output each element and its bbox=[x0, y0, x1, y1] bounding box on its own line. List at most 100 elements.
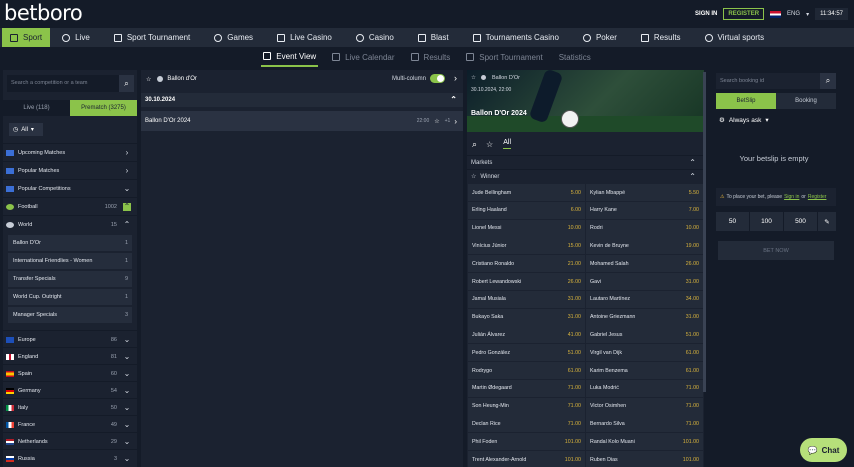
nav-sport[interactable]: Sport bbox=[2, 28, 51, 47]
odds-cell[interactable]: Lautaro Martínez 34.00 bbox=[586, 290, 703, 308]
list-item[interactable]: International Friendlies - Women 1 bbox=[8, 253, 132, 269]
sidebar-item-popular-matches[interactable]: Popular Matches › bbox=[3, 161, 137, 179]
star-icon[interactable]: ☆ bbox=[471, 173, 476, 180]
nav-blast[interactable]: Blast bbox=[406, 28, 461, 47]
list-item[interactable]: Ballon D'Or 1 bbox=[8, 235, 132, 251]
sidebar-item-england[interactable]: England 81 ⌄ bbox=[3, 347, 137, 365]
odds-cell[interactable]: Rodri 10.00 bbox=[586, 219, 703, 237]
sidebar-item-netherlands[interactable]: Netherlands 29 ⌄ bbox=[3, 432, 137, 450]
tab-event-view[interactable]: Event View bbox=[261, 47, 319, 67]
odds-cell[interactable]: Mohamed Salah 26.00 bbox=[586, 255, 703, 273]
search-icon[interactable]: ⌕ bbox=[472, 139, 477, 150]
nav-games[interactable]: Games bbox=[202, 28, 265, 47]
stake-50-button[interactable]: 50 bbox=[716, 212, 749, 231]
edit-stakes-button[interactable]: ✎ bbox=[818, 212, 836, 231]
language-select[interactable]: ENG bbox=[787, 11, 800, 17]
nav-tournaments-casino[interactable]: Tournaments Casino bbox=[461, 28, 571, 47]
odds-cell[interactable]: Julián Álvarez 41.00 bbox=[468, 326, 585, 344]
register-link[interactable]: Register bbox=[808, 194, 827, 200]
odds-cell[interactable]: Pedro González 51.00 bbox=[468, 344, 585, 362]
star-icon[interactable]: ☆ bbox=[146, 76, 151, 83]
tab-booking[interactable]: Booking bbox=[776, 93, 836, 109]
star-icon[interactable]: ☆ bbox=[434, 118, 439, 125]
odds-change-mode[interactable]: ⚙ Always ask ▾ bbox=[719, 116, 769, 125]
tab-live-count[interactable]: Live (118) bbox=[3, 100, 70, 116]
tab-statistics[interactable]: Statistics bbox=[557, 47, 593, 67]
nav-poker[interactable]: Poker bbox=[571, 28, 629, 47]
list-item[interactable]: World Cup. Outright 1 bbox=[8, 289, 132, 305]
nav-virtual-sports[interactable]: Virtual sports bbox=[693, 28, 777, 47]
chevron-right-icon[interactable]: › bbox=[454, 73, 457, 83]
markets-header[interactable]: Markets ⌃ bbox=[467, 155, 704, 169]
sidebar-item-germany[interactable]: Germany 54 ⌄ bbox=[3, 381, 137, 399]
odds-cell[interactable]: Phil Foden 101.00 bbox=[468, 433, 585, 451]
odds-cell[interactable]: Karim Benzema 61.00 bbox=[586, 362, 703, 379]
odds-cell[interactable]: Harry Kane 7.00 bbox=[586, 201, 703, 219]
booking-search-input[interactable]: Search booking id bbox=[716, 73, 820, 89]
odds-cell[interactable]: Rodrygo 61.00 bbox=[468, 362, 585, 379]
odds-cell[interactable]: Lionel Messi 10.00 bbox=[468, 219, 585, 237]
logo[interactable]: betboro bbox=[4, 1, 83, 25]
odds-cell[interactable]: Erling Haaland 6.00 bbox=[468, 201, 585, 219]
odds-cell[interactable]: Gabriel Jesus 51.00 bbox=[586, 326, 703, 344]
match-row[interactable]: Ballon D'Or 2024 22:00 ☆ +1 › bbox=[141, 111, 463, 131]
sidebar-item-football[interactable]: Football 1002 ⌃ bbox=[3, 197, 137, 215]
odds-cell[interactable]: Bukayo Saka 31.00 bbox=[468, 308, 585, 326]
nav-results[interactable]: Results bbox=[629, 28, 693, 47]
time-filter-select[interactable]: ◷ All ▾ bbox=[9, 123, 43, 136]
tab-betslip[interactable]: BetSlip bbox=[716, 93, 776, 109]
odds-cell[interactable]: Martin Ødegaard 71.00 bbox=[468, 379, 585, 397]
odds-cell[interactable]: Randal Kolo Muani 101.00 bbox=[586, 433, 703, 451]
odds-cell[interactable]: Antoine Griezmann 31.00 bbox=[586, 308, 703, 326]
search-button[interactable]: ⌕ bbox=[820, 73, 836, 89]
nav-live-casino[interactable]: Live Casino bbox=[265, 28, 344, 47]
multi-column-toggle[interactable] bbox=[430, 74, 445, 83]
odds-cell[interactable]: Luka Modrić 71.00 bbox=[586, 379, 703, 397]
filter-all-tab[interactable]: All bbox=[503, 139, 511, 149]
tab-sport-tournament[interactable]: Sport Tournament bbox=[464, 47, 544, 67]
sidebar-item-europe[interactable]: Europe 86 ⌄ bbox=[3, 330, 137, 348]
sidebar-item-france[interactable]: France 49 ⌄ bbox=[3, 415, 137, 433]
star-icon[interactable]: ☆ bbox=[486, 140, 493, 149]
sidebar-item-italy[interactable]: Italy 50 ⌄ bbox=[3, 398, 137, 416]
odds-cell[interactable]: Victor Osimhen 71.00 bbox=[586, 397, 703, 415]
chevron-up-icon[interactable]: ⌃ bbox=[450, 95, 457, 104]
odds-cell[interactable]: Kylian Mbappé 5.50 bbox=[586, 184, 703, 201]
nav-sport-tournament[interactable]: Sport Tournament bbox=[102, 28, 202, 47]
tab-live-calendar[interactable]: Live Calendar bbox=[330, 47, 396, 67]
odds-cell[interactable]: Kevin de Bruyne 19.00 bbox=[586, 237, 703, 255]
sign-in-link[interactable]: Sign in bbox=[784, 194, 799, 200]
sidebar-item-world[interactable]: World 15 ⌃ bbox=[3, 215, 137, 233]
stake-500-button[interactable]: 500 bbox=[784, 212, 817, 231]
register-button[interactable]: REGISTER bbox=[723, 8, 765, 20]
odds-cell[interactable]: Jude Bellingham 5.00 bbox=[468, 184, 585, 201]
sidebar-item-upcoming[interactable]: Upcoming Matches › bbox=[3, 143, 137, 161]
sidebar-item-popular-competitions[interactable]: Popular Competitions ⌄ bbox=[3, 179, 137, 197]
tab-prematch-count[interactable]: Prematch (3275) bbox=[70, 100, 137, 116]
competition-search-input[interactable]: Search a competition or a team bbox=[7, 75, 119, 92]
odds-cell[interactable]: Cristiano Ronaldo 21.00 bbox=[468, 255, 585, 273]
search-button[interactable]: ⌕ bbox=[119, 75, 134, 92]
odds-cell[interactable]: Vinícius Júnior 15.00 bbox=[468, 237, 585, 255]
odds-cell[interactable]: Declan Rice 71.00 bbox=[468, 415, 585, 433]
odds-cell[interactable]: Virgil van Dijk 61.00 bbox=[586, 344, 703, 362]
sidebar-item-spain[interactable]: Spain 60 ⌄ bbox=[3, 364, 137, 382]
list-item[interactable]: Manager Specials 3 bbox=[8, 307, 132, 323]
list-item[interactable]: Transfer Specials 9 bbox=[8, 271, 132, 287]
scrollbar[interactable] bbox=[703, 72, 706, 392]
chat-button[interactable]: 💬 Chat bbox=[800, 438, 847, 462]
odds-cell[interactable]: Bernardo Silva 71.00 bbox=[586, 415, 703, 433]
odds-cell[interactable]: Ruben Dias 101.00 bbox=[586, 451, 703, 467]
odds-cell[interactable]: Robert Lewandowski 26.00 bbox=[468, 273, 585, 290]
bet-now-button[interactable]: BET NOW bbox=[718, 241, 834, 260]
star-icon[interactable]: ☆ bbox=[471, 75, 476, 81]
tab-results[interactable]: Results bbox=[409, 47, 453, 67]
sign-in-link[interactable]: SIGN IN bbox=[695, 11, 717, 17]
winner-market-header[interactable]: ☆ Winner ⌃ bbox=[467, 169, 704, 183]
nav-live[interactable]: Live bbox=[50, 28, 102, 47]
sidebar-item-russia[interactable]: Russia 3 ⌄ bbox=[3, 449, 137, 467]
odds-cell[interactable]: Son Heung-Min 71.00 bbox=[468, 397, 585, 415]
odds-cell[interactable]: Gavi 31.00 bbox=[586, 273, 703, 290]
odds-cell[interactable]: Trent Alexander-Arnold 101.00 bbox=[468, 451, 585, 467]
nav-casino[interactable]: Casino bbox=[344, 28, 406, 47]
